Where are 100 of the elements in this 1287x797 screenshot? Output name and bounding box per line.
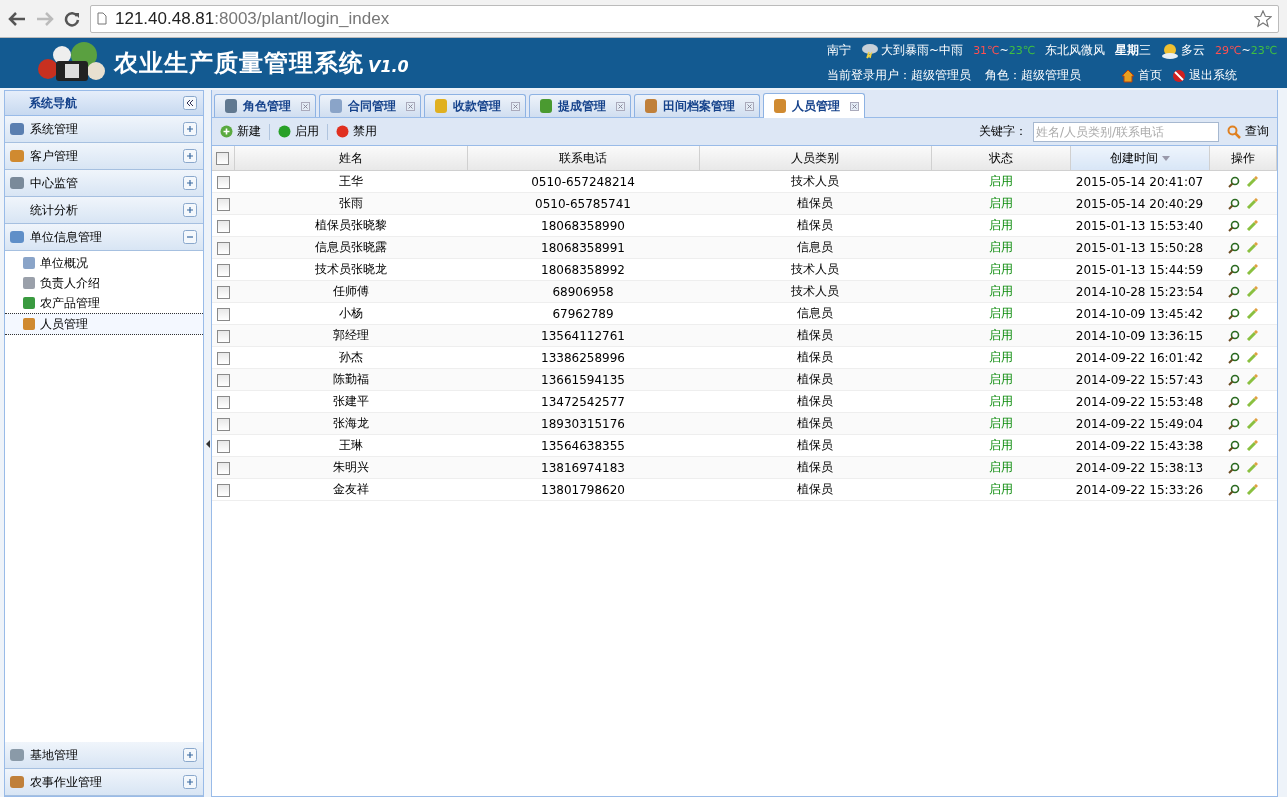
- search-icon[interactable]: [1227, 374, 1240, 386]
- row-checkbox[interactable]: [216, 329, 230, 343]
- search-icon[interactable]: [1227, 462, 1240, 474]
- search-field[interactable]: 姓名/人员类别/联系电话: [1033, 121, 1219, 142]
- tab[interactable]: 提成管理: [529, 94, 631, 117]
- search-icon[interactable]: [1227, 220, 1240, 232]
- expand-plus-icon[interactable]: [183, 203, 197, 217]
- pencil-icon[interactable]: [1245, 242, 1258, 254]
- search-icon[interactable]: [1227, 308, 1240, 320]
- pencil-icon[interactable]: [1245, 198, 1258, 210]
- pencil-icon[interactable]: [1245, 396, 1258, 408]
- expand-plus-icon[interactable]: [183, 748, 197, 762]
- row-checkbox[interactable]: [216, 373, 230, 387]
- tab[interactable]: 收款管理: [424, 94, 526, 117]
- search-icon[interactable]: [1227, 286, 1240, 298]
- close-icon[interactable]: [301, 101, 310, 111]
- sidebar-item[interactable]: 农产品管理: [5, 293, 203, 313]
- back-icon[interactable]: [8, 11, 26, 26]
- pencil-icon[interactable]: [1245, 484, 1258, 496]
- pencil-icon[interactable]: [1245, 352, 1258, 364]
- row-checkbox[interactable]: [216, 439, 230, 453]
- sidebar-group-header[interactable]: 客户管理: [5, 143, 203, 170]
- pencil-icon[interactable]: [1245, 418, 1258, 430]
- column-header[interactable]: 状态: [931, 146, 1070, 171]
- close-icon[interactable]: [745, 101, 754, 111]
- pencil-icon[interactable]: [1245, 176, 1258, 188]
- sidebar-group-header[interactable]: 中心监管: [5, 170, 203, 197]
- pencil-icon[interactable]: [1245, 374, 1258, 386]
- pencil-icon[interactable]: [1245, 440, 1258, 452]
- search-icon[interactable]: [1227, 330, 1240, 342]
- row-checkbox[interactable]: [216, 241, 230, 255]
- search-icon[interactable]: [1227, 440, 1240, 452]
- row-checkbox[interactable]: [216, 483, 230, 497]
- search-icon[interactable]: [1227, 264, 1240, 276]
- column-header[interactable]: 姓名: [234, 146, 467, 171]
- column-header[interactable]: 联系电话: [467, 146, 699, 171]
- search-icon[interactable]: [1227, 242, 1240, 254]
- disable-button[interactable]: 禁用: [334, 121, 379, 142]
- row-checkbox[interactable]: [216, 263, 230, 277]
- row-checkbox[interactable]: [216, 351, 230, 365]
- sidebar-group-header[interactable]: 基地管理: [5, 742, 203, 769]
- tab[interactable]: 田间档案管理: [634, 94, 760, 117]
- tab[interactable]: 角色管理: [214, 94, 316, 117]
- search-icon[interactable]: [1227, 352, 1240, 364]
- column-header[interactable]: 操作: [1209, 146, 1277, 171]
- table-cell: 郭经理: [332, 328, 369, 342]
- add-button[interactable]: 新建: [218, 121, 263, 142]
- sidebar-item[interactable]: 单位概况: [5, 253, 203, 273]
- select-all-checkbox[interactable]: [216, 152, 230, 165]
- forward-icon[interactable]: [36, 11, 54, 26]
- search-icon[interactable]: [1227, 418, 1240, 430]
- row-checkbox[interactable]: [216, 307, 230, 321]
- pencil-icon[interactable]: [1245, 286, 1258, 298]
- sidebar-group-header[interactable]: 农事作业管理: [5, 769, 203, 796]
- close-icon[interactable]: [406, 101, 415, 111]
- expand-plus-icon[interactable]: [183, 149, 197, 163]
- search-icon[interactable]: [1227, 176, 1240, 188]
- pencil-icon[interactable]: [1245, 330, 1258, 342]
- pencil-icon[interactable]: [1245, 308, 1258, 320]
- sidebar-item[interactable]: 人员管理: [5, 313, 203, 335]
- sidebar-group-header[interactable]: 系统管理: [5, 116, 203, 143]
- row-checkbox[interactable]: [216, 461, 230, 475]
- expand-plus-icon[interactable]: [183, 122, 197, 136]
- collapse-minus-icon[interactable]: [183, 230, 197, 244]
- bookmark-star-icon[interactable]: [1254, 9, 1272, 28]
- sidebar-item[interactable]: 负责人介绍: [5, 273, 203, 293]
- home-link[interactable]: 首页: [1121, 67, 1163, 84]
- logout-link[interactable]: 退出系统: [1172, 67, 1238, 84]
- sidebar-group-header[interactable]: 单位信息管理: [5, 224, 203, 251]
- search-button[interactable]: 查询: [1225, 121, 1271, 142]
- close-icon[interactable]: [511, 101, 520, 111]
- close-icon[interactable]: [616, 101, 625, 111]
- address-bar[interactable]: 121.40.48.81:8003/plant/login_index: [90, 4, 1279, 33]
- search-icon[interactable]: [1227, 396, 1240, 408]
- pencil-icon[interactable]: [1245, 220, 1258, 232]
- tab[interactable]: 人员管理: [763, 93, 865, 118]
- enable-button[interactable]: 启用: [276, 121, 321, 142]
- close-icon[interactable]: [850, 101, 859, 111]
- search-icon[interactable]: [1227, 198, 1240, 210]
- column-header[interactable]: 人员类别: [699, 146, 931, 171]
- expand-plus-icon[interactable]: [183, 176, 197, 190]
- search-icon[interactable]: [1227, 484, 1240, 496]
- table-cell: 信息员: [797, 306, 833, 320]
- column-header[interactable]: 创建时间: [1070, 146, 1209, 171]
- expand-plus-icon[interactable]: [183, 775, 197, 789]
- group-label: 系统管理: [30, 120, 79, 138]
- collapse-icon[interactable]: [183, 96, 197, 110]
- row-checkbox[interactable]: [216, 417, 230, 431]
- row-checkbox[interactable]: [216, 395, 230, 409]
- row-checkbox[interactable]: [216, 285, 230, 299]
- row-checkbox[interactable]: [216, 175, 230, 189]
- sidebar-group-header[interactable]: 统计分析: [5, 197, 203, 224]
- table-cell: 2015-05-14 20:40:29: [1075, 196, 1204, 211]
- pencil-icon[interactable]: [1245, 264, 1258, 276]
- row-checkbox[interactable]: [216, 219, 230, 233]
- splitter-arrow-icon[interactable]: [205, 439, 210, 448]
- row-checkbox[interactable]: [216, 197, 230, 211]
- pencil-icon[interactable]: [1245, 462, 1258, 474]
- reload-icon[interactable]: [64, 10, 80, 27]
- tab[interactable]: 合同管理: [319, 94, 421, 117]
